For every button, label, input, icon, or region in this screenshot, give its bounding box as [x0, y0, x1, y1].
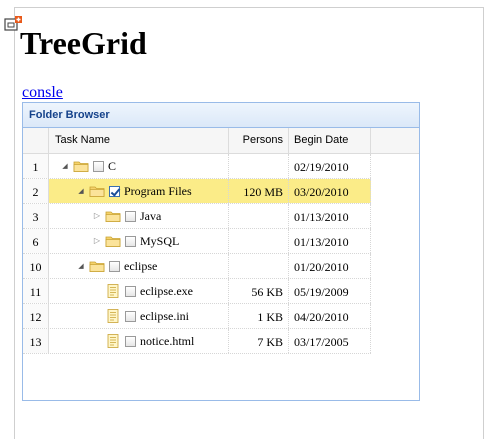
page-frame-right — [483, 7, 484, 439]
task-name-label: Java — [140, 209, 162, 223]
task-name-cell[interactable]: ▷ Java — [49, 204, 229, 228]
grid-body: 1 ◢ C 02/19/2010 2 ◢ Program Files 120 MB 03/20/… — [23, 154, 371, 354]
row-number: 2 — [23, 179, 49, 203]
row-number: 6 — [23, 229, 49, 253]
row-number: 10 — [23, 254, 49, 278]
expand-arrow-icon[interactable]: ▷ — [91, 210, 103, 222]
row-number: 11 — [23, 279, 49, 303]
task-name-cell[interactable]: notice.html — [49, 329, 229, 353]
begin-date-cell[interactable]: 03/20/2010 — [289, 179, 371, 203]
task-name-cell[interactable]: ◢ Program Files — [49, 179, 229, 203]
table-row[interactable]: 11 eclipse.exe 56 KB 05/19/2009 — [23, 279, 371, 304]
begin-date-cell[interactable]: 05/19/2009 — [289, 279, 371, 303]
table-row[interactable]: 10 ◢ eclipse 01/20/2010 — [23, 254, 371, 279]
document-icon — [107, 284, 119, 298]
table-row[interactable]: 13 notice.html 7 KB 03/17/2005 — [23, 329, 371, 354]
collapse-arrow-icon[interactable]: ◢ — [59, 160, 71, 172]
expand-arrow-icon[interactable]: ▷ — [91, 235, 103, 247]
row-number: 1 — [23, 154, 49, 178]
folder-icon — [105, 236, 121, 247]
task-name-label: notice.html — [140, 334, 195, 348]
persons-cell[interactable] — [229, 154, 289, 178]
folder-icon — [89, 261, 105, 272]
row-checkbox[interactable] — [109, 260, 120, 272]
task-name-label: MySQL — [140, 234, 180, 248]
begin-date-cell[interactable]: 02/19/2010 — [289, 154, 371, 178]
row-checkbox[interactable] — [93, 160, 104, 172]
grid-header: Task Name Persons Begin Date — [23, 128, 371, 154]
begin-date-cell[interactable]: 01/20/2010 — [289, 254, 371, 278]
task-name-cell[interactable]: ▷ MySQL — [49, 229, 229, 253]
table-row[interactable]: 12 eclipse.ini 1 KB 04/20/2010 — [23, 304, 371, 329]
folder-icon — [89, 186, 105, 197]
header-task-name[interactable]: Task Name — [49, 128, 229, 153]
persons-cell[interactable] — [229, 229, 289, 253]
folder-browser-panel: Folder Browser Task Name Persons Begin D… — [22, 102, 420, 401]
begin-date-cell[interactable]: 01/13/2010 — [289, 229, 371, 253]
persons-cell[interactable]: 7 KB — [229, 329, 289, 353]
document-icon — [107, 309, 119, 323]
panel-title: Folder Browser — [23, 103, 419, 128]
persons-cell[interactable]: 120 MB — [229, 179, 289, 203]
persons-cell[interactable]: 56 KB — [229, 279, 289, 303]
folder-icon — [73, 161, 89, 172]
task-name-label: eclipse.exe — [140, 284, 193, 298]
page-title: TreeGrid — [20, 25, 147, 61]
task-name-label: Program Files — [124, 184, 192, 198]
folder-icon — [105, 211, 121, 222]
row-checkbox[interactable] — [125, 285, 136, 297]
header-begin-date[interactable]: Begin Date — [289, 128, 371, 153]
row-checkbox[interactable] — [125, 310, 136, 322]
collapse-arrow-icon[interactable]: ◢ — [75, 260, 87, 272]
persons-cell[interactable] — [229, 254, 289, 278]
page-frame-left — [14, 7, 15, 439]
task-name-cell[interactable]: eclipse.ini — [49, 304, 229, 328]
begin-date-cell[interactable]: 01/13/2010 — [289, 204, 371, 228]
row-checkbox[interactable] — [125, 335, 136, 347]
row-number: 13 — [23, 329, 49, 353]
task-name-label: C — [108, 159, 117, 173]
row-checkbox[interactable] — [125, 210, 136, 222]
table-row[interactable]: 3 ▷ Java 01/13/2010 — [23, 204, 371, 229]
grid-header-filler — [371, 128, 419, 154]
begin-date-cell[interactable]: 04/20/2010 — [289, 304, 371, 328]
collapse-arrow-icon[interactable]: ◢ — [75, 185, 87, 197]
table-row[interactable]: 1 ◢ C 02/19/2010 — [23, 154, 371, 179]
header-row-number — [23, 128, 49, 153]
task-name-label: eclipse.ini — [140, 309, 189, 323]
tree-grid: Task Name Persons Begin Date 1 ◢ C 02/19/20… — [23, 128, 371, 354]
header-persons[interactable]: Persons — [229, 128, 289, 153]
row-number: 3 — [23, 204, 49, 228]
row-checkbox[interactable] — [109, 185, 120, 197]
document-icon — [107, 334, 119, 348]
task-name-cell[interactable]: eclipse.exe — [49, 279, 229, 303]
page-frame-top — [14, 7, 484, 8]
table-row[interactable]: 6 ▷ MySQL 01/13/2010 — [23, 229, 371, 254]
row-checkbox[interactable] — [125, 235, 136, 247]
console-link[interactable]: consle — [22, 84, 63, 102]
table-row[interactable]: 2 ◢ Program Files 120 MB 03/20/2010 — [23, 179, 371, 204]
begin-date-cell[interactable]: 03/17/2005 — [289, 329, 371, 353]
task-name-label: eclipse — [124, 259, 158, 273]
persons-cell[interactable] — [229, 204, 289, 228]
persons-cell[interactable]: 1 KB — [229, 304, 289, 328]
task-name-cell[interactable]: ◢ eclipse — [49, 254, 229, 278]
row-number: 12 — [23, 304, 49, 328]
task-name-cell[interactable]: ◢ C — [49, 154, 229, 178]
